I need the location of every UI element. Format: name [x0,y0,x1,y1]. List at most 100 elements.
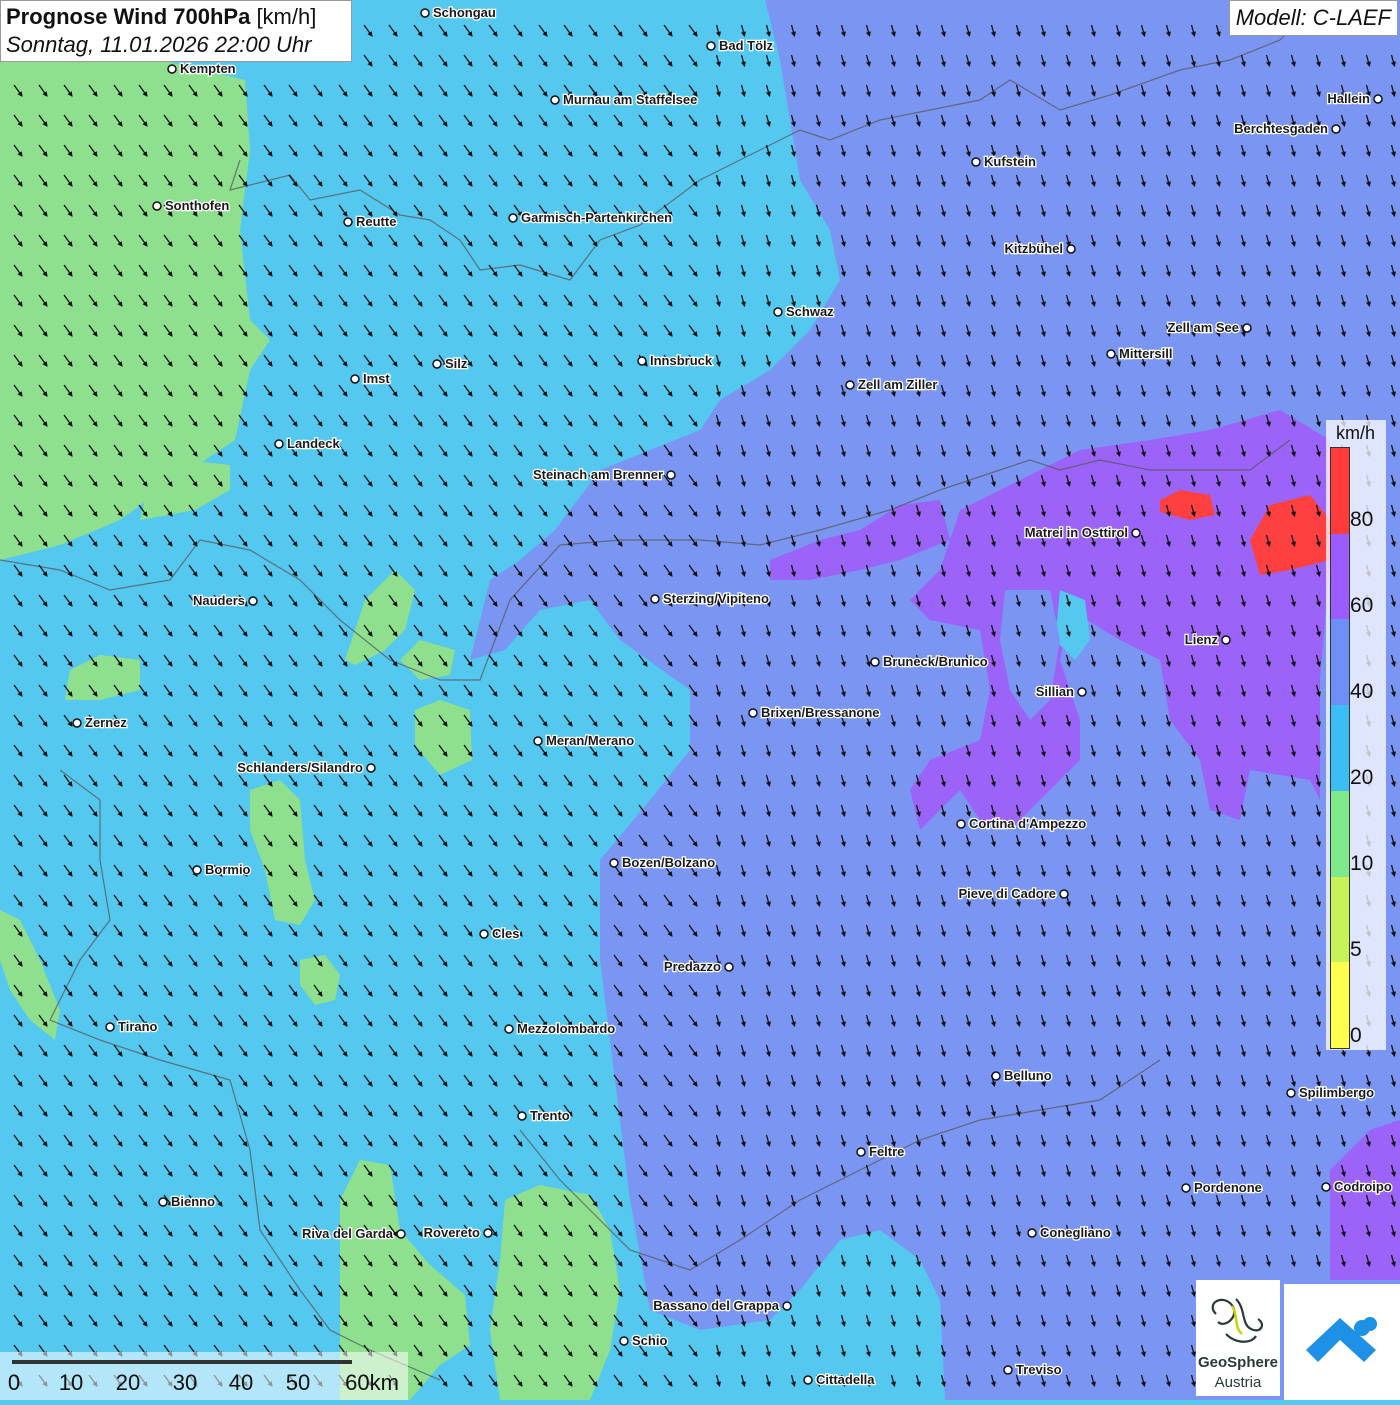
title-unit: [km/h] [256,4,317,29]
city-dot-icon [274,439,284,449]
city-label: Trento [530,1108,570,1123]
city-label: Pieve di Cadore [958,886,1056,901]
legend-tick-0: 0 [1350,1024,1362,1047]
city-label: Bormio [205,862,251,877]
geosphere-text: GeoSphere [1197,1354,1279,1371]
city-label: Steinach am Brenner [533,467,663,482]
city-dot-icon [724,962,734,972]
city-dot-icon [1331,124,1341,134]
city-marker: Sterzing/Vipiteno [650,590,770,607]
city-label: Tirano [118,1019,158,1034]
city-dot-icon [483,1228,493,1238]
city-label: Silz [445,356,468,371]
city-dot-icon [1106,349,1116,359]
wind-map: Schongau Bad Tölz Kempten Murnau am Staffel… [0,0,1400,1400]
city-dot-icon [609,858,619,868]
scale-label-50: 50 [285,1370,311,1395]
city-label: Nauders [193,593,245,608]
city-label: Feltre [869,1144,904,1159]
city-label: Sterzing/Vipiteno [663,591,769,606]
scale-bar: 0 10 20 30 40 50 60km [0,1352,408,1400]
scale-label-40: 40 [228,1370,254,1395]
city-dot-icon [666,470,676,480]
austria-text: Austria [1214,1374,1262,1391]
city-label: Bassano del Grappa [653,1298,779,1313]
legend-segment [1331,619,1349,706]
city-dot-icon [72,718,82,728]
city-label: Conegliano [1040,1225,1111,1240]
city-label: Pordenone [1194,1180,1262,1195]
city-label: Innsbruck [650,353,713,368]
city-label: Reutte [356,214,396,229]
city-dot-icon [1373,94,1383,104]
mountain-cloud-icon [1306,1317,1377,1362]
scale-label-0: 0 [7,1370,21,1395]
city-marker: Conegliano [1027,1224,1112,1241]
city-label: Cortina d'Ampezzo [969,816,1086,831]
city-label: Predazzo [664,959,721,974]
city-marker: Sonthofen [152,197,231,214]
city-dot-icon [504,1024,514,1034]
city-dot-icon [152,201,162,211]
city-dot-icon [971,157,981,167]
city-dot-icon [1321,1182,1331,1192]
city-label: Meran/Merano [546,733,634,748]
city-dot-icon [432,359,442,369]
city-marker: Innsbruck [637,352,714,369]
city-label: Cles [492,926,519,941]
legend-segment [1331,790,1349,877]
city-label: Cittadella [816,1372,875,1387]
city-label: Bruneck/Brunico [883,654,988,669]
city-dot-icon [706,41,716,51]
city-label: Bienno [171,1194,215,1209]
city-dot-icon [420,8,430,18]
city-label: Zernez [85,715,127,730]
city-dot-icon [343,217,353,227]
legend: km/h 80 60 40 20 10 5 0 [1326,420,1386,1050]
city-label: Garmisch-Partenkirchen [521,210,672,225]
city-label: Imst [363,371,390,386]
city-label: Sonthofen [165,198,229,213]
city-label: Kufstein [984,154,1036,169]
city-dot-icon [517,1111,527,1121]
city-dot-icon [1003,1365,1013,1375]
city-label: Schongau [433,5,496,20]
city-dot-icon [1059,889,1069,899]
city-dot-icon [650,594,660,604]
city-dot-icon [1077,687,1087,697]
city-dot-icon [637,356,647,366]
city-dot-icon [533,736,543,746]
city-dot-icon [158,1197,168,1207]
city-label: Murnau am Staffelsee [563,92,697,107]
city-dot-icon [508,213,518,223]
city-marker: Bassano del Grappa [652,1297,792,1314]
legend-segment [1331,448,1349,534]
city-marker: Matrei in Osttirol [1023,524,1141,541]
city-label: Spilimbergo [1299,1085,1374,1100]
legend-tick-40: 40 [1350,680,1374,703]
city-marker: Zell am See [1166,319,1252,336]
city-label: Schwaz [786,304,834,319]
city-dot-icon [845,380,855,390]
forecast-datetime: Sonntag, 11.01.2026 22:00 Uhr [6,32,312,57]
city-dot-icon [248,596,258,606]
city-dot-icon [192,865,202,875]
model-label: Modell: C-LAEF [1228,0,1398,36]
city-label: Schlanders/Silandro [237,760,363,775]
legend-segment [1331,962,1349,1048]
city-label: Bad Tölz [719,38,774,53]
city-dot-icon [1181,1183,1191,1193]
scale-label-10: 10 [58,1370,84,1395]
city-dot-icon [1286,1088,1296,1098]
city-dot-icon [773,307,783,317]
city-dot-icon [856,1147,866,1157]
city-label: Belluno [1004,1068,1052,1083]
city-dot-icon [1242,323,1252,333]
legend-tick-80: 80 [1350,508,1374,531]
city-label: Matrei in Osttirol [1025,525,1128,540]
city-dot-icon [619,1336,629,1346]
city-label: Schio [632,1333,667,1348]
city-dot-icon [1027,1228,1037,1238]
geosphere-logo: GeoSphere Austria [1196,1280,1280,1396]
city-dot-icon [350,374,360,384]
